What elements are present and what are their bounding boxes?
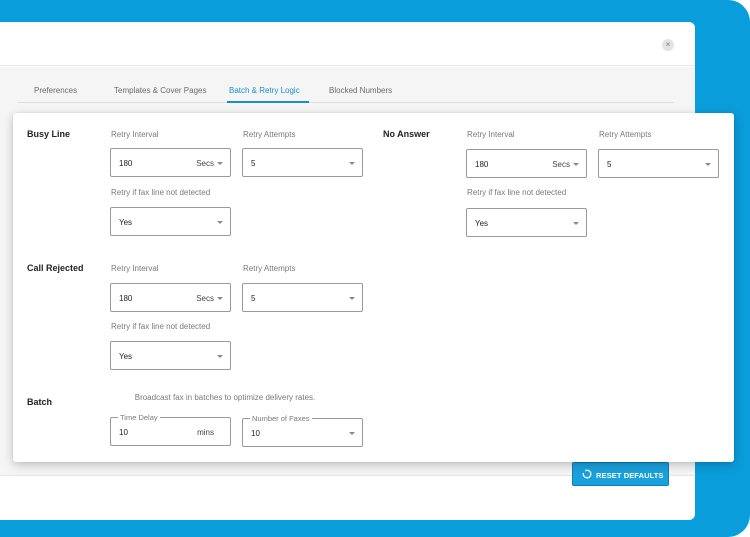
call-rejected-title: Call Rejected bbox=[27, 263, 84, 273]
time-delay-label: Time Delay bbox=[118, 413, 160, 422]
time-delay-value: 10 bbox=[119, 428, 128, 437]
chevron-down-icon bbox=[217, 162, 223, 165]
chevron-down-icon bbox=[217, 297, 223, 300]
no-answer-retry-attempts-select[interactable]: 5 bbox=[598, 149, 719, 178]
busy-line-retry-attempts-value: 5 bbox=[251, 159, 256, 168]
call-rejected-retry-interval-unit: Secs bbox=[196, 294, 214, 303]
refresh-icon bbox=[582, 469, 592, 479]
dialog-header: × bbox=[0, 22, 695, 66]
chevron-down-icon bbox=[349, 432, 355, 435]
tab-blocked-numbers[interactable]: Blocked Numbers bbox=[329, 86, 392, 95]
call-rejected-retry-if-value: Yes bbox=[119, 352, 133, 361]
busy-line-retry-attempts-select[interactable]: 5 bbox=[242, 148, 363, 177]
call-rejected-retry-interval-label: Retry Interval bbox=[111, 264, 159, 273]
chevron-down-icon bbox=[217, 221, 223, 224]
call-rejected-retry-if-label: Retry if fax line not detected bbox=[111, 322, 211, 331]
busy-line-retry-interval-select[interactable]: 180 Secs bbox=[110, 148, 231, 177]
tab-bar: Preferences Templates & Cover Pages Batc… bbox=[18, 79, 674, 103]
no-answer-retry-attempts-value: 5 bbox=[607, 160, 612, 169]
busy-line-retry-interval-label: Retry Interval bbox=[111, 130, 159, 139]
chevron-down-icon bbox=[349, 297, 355, 300]
no-answer-retry-interval-unit: Secs bbox=[552, 160, 570, 169]
chevron-down-icon bbox=[573, 163, 579, 166]
busy-line-retry-interval-value: 180 bbox=[119, 159, 133, 168]
chevron-down-icon bbox=[349, 162, 355, 165]
chevron-down-icon bbox=[217, 355, 223, 358]
time-delay-select[interactable]: Time Delay 10 mins bbox=[110, 413, 231, 446]
call-rejected-retry-interval-value: 180 bbox=[119, 294, 133, 303]
tab-preferences[interactable]: Preferences bbox=[34, 86, 77, 95]
tab-templates-cover-pages[interactable]: Templates & Cover Pages bbox=[114, 86, 207, 95]
no-answer-retry-interval-value: 180 bbox=[475, 160, 489, 169]
busy-line-retry-interval-unit: Secs bbox=[196, 159, 214, 168]
call-rejected-retry-attempts-select[interactable]: 5 bbox=[242, 283, 363, 312]
reset-defaults-label: RESET DEFAULTS bbox=[596, 471, 664, 480]
busy-line-title: Busy Line bbox=[27, 129, 71, 139]
number-of-faxes-label: Number of Faxes bbox=[250, 414, 312, 423]
no-answer-retry-interval-label: Retry Interval bbox=[467, 130, 515, 139]
chevron-down-icon bbox=[573, 222, 579, 225]
chevron-down-icon bbox=[705, 163, 711, 166]
retry-settings-card: Busy Line Retry Interval Retry Attempts … bbox=[13, 113, 734, 462]
tab-batch-retry-logic[interactable]: Batch & Retry Logic bbox=[229, 86, 300, 95]
call-rejected-retry-attempts-label: Retry Attempts bbox=[243, 264, 296, 273]
call-rejected-retry-interval-select[interactable]: 180 Secs bbox=[110, 283, 231, 312]
active-tab-indicator bbox=[227, 101, 309, 103]
no-answer-retry-if-label: Retry if fax line not detected bbox=[467, 188, 567, 197]
reset-defaults-button[interactable]: RESET DEFAULTS bbox=[572, 462, 669, 486]
time-delay-unit: mins bbox=[197, 428, 214, 437]
busy-line-retry-if-value: Yes bbox=[119, 218, 133, 227]
number-of-faxes-select[interactable]: Number of Faxes 10 bbox=[242, 414, 363, 447]
no-answer-retry-if-select[interactable]: Yes bbox=[466, 208, 587, 237]
batch-title: Batch bbox=[27, 397, 53, 407]
busy-line-retry-attempts-label: Retry Attempts bbox=[243, 130, 296, 139]
busy-line-retry-if-select[interactable]: Yes bbox=[110, 207, 231, 236]
number-of-faxes-value: 10 bbox=[251, 429, 260, 438]
no-answer-title: No Answer bbox=[383, 129, 430, 139]
call-rejected-retry-attempts-value: 5 bbox=[251, 294, 256, 303]
no-answer-retry-attempts-label: Retry Attempts bbox=[599, 130, 652, 139]
close-icon[interactable]: × bbox=[662, 39, 674, 51]
no-answer-retry-interval-select[interactable]: 180 Secs bbox=[466, 149, 587, 178]
no-answer-retry-if-value: Yes bbox=[475, 219, 489, 228]
busy-line-retry-if-label: Retry if fax line not detected bbox=[111, 188, 211, 197]
batch-helper-text: Broadcast fax in batches to optimize del… bbox=[134, 393, 316, 402]
call-rejected-retry-if-select[interactable]: Yes bbox=[110, 341, 231, 370]
